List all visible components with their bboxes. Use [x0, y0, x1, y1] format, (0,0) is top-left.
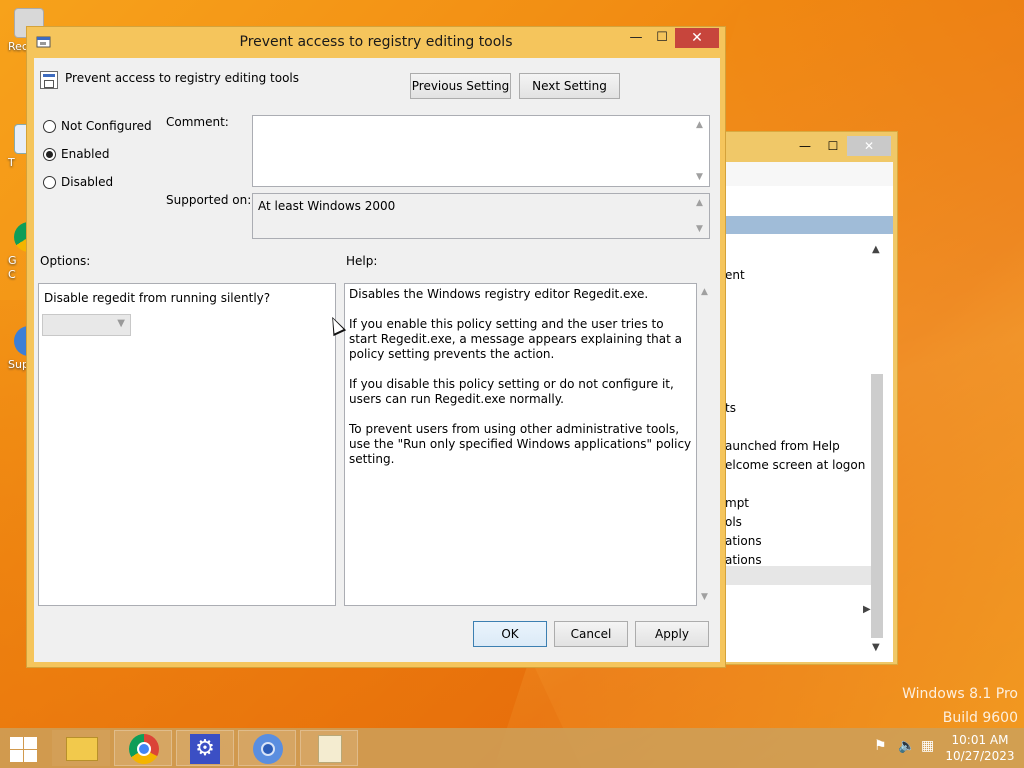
comment-scrollbar[interactable]: ▲ ▼ [692, 116, 709, 186]
os-watermark-line2: Build 9600 [942, 710, 1018, 726]
comment-label: Comment: [166, 115, 229, 129]
radio-circle[interactable] [43, 119, 56, 133]
clock-date: 10/27/2023 [945, 749, 1015, 763]
folder-icon [66, 737, 98, 761]
menu-bar [723, 162, 893, 186]
tree-item[interactable]: ts [725, 401, 736, 415]
tree-pane[interactable]: ent ts aunched from Help elcome screen a… [723, 186, 893, 662]
apply-button[interactable]: Apply [635, 621, 709, 647]
clock-time: 10:01 AM [951, 733, 1009, 747]
policy-dialog[interactable]: Prevent access to registry editing tools… [26, 26, 726, 668]
silent-option-dropdown[interactable]: ▼ [42, 314, 131, 336]
tree-item[interactable]: ations [725, 534, 762, 548]
supported-on-value: At least Windows 2000 [258, 199, 396, 213]
chrome-center-icon [137, 742, 151, 756]
system-clock[interactable]: 10:01 AM 10/27/2023 [944, 732, 1016, 764]
scroll-right-icon[interactable]: ▶ [863, 604, 871, 615]
supported-on-field: At least Windows 2000 ▲ ▼ [252, 193, 710, 239]
radio-not-configured[interactable]: Not Configured [43, 119, 152, 133]
next-setting-button[interactable]: Next Setting [519, 73, 620, 99]
options-panel: Disable regedit from running silently? ▼ [38, 283, 336, 606]
tree-item[interactable]: ent [725, 268, 745, 282]
scroll-thumb[interactable] [871, 374, 883, 638]
maximize-button[interactable]: ☐ [649, 28, 675, 48]
minimize-button[interactable]: — [791, 136, 819, 156]
volume-muted-icon[interactable]: 🔈 [898, 738, 915, 754]
supported-scrollbar[interactable]: ▲ ▼ [692, 194, 709, 238]
os-watermark-line1: Windows 8.1 Pro [902, 686, 1018, 702]
chevron-down-icon: ▼ [117, 318, 125, 329]
title-bar[interactable]: Prevent access to registry editing tools… [27, 27, 725, 57]
taskbar-notepad[interactable] [300, 730, 358, 766]
close-button[interactable]: ✕ [847, 136, 891, 156]
help-text: Disables the Windows registry editor Reg… [349, 287, 694, 482]
help-scrollbar[interactable]: ▲ ▼ [697, 283, 714, 606]
windows-logo-icon [10, 750, 23, 762]
policy-name: Prevent access to registry editing tools [65, 71, 299, 85]
scroll-down-icon[interactable]: ▼ [701, 592, 708, 602]
options-label: Options: [40, 254, 91, 268]
taskbar-chromium[interactable] [238, 730, 296, 766]
taskbar-settings[interactable]: ⚙ [176, 730, 234, 766]
windows-logo-icon [10, 737, 23, 749]
radio-label: Enabled [61, 147, 110, 161]
help-label: Help: [346, 254, 378, 268]
help-paragraph: If you enable this policy setting and th… [349, 317, 682, 361]
scroll-down-icon[interactable]: ▼ [696, 172, 703, 182]
ok-button[interactable]: OK [473, 621, 547, 647]
help-paragraph: Disables the Windows registry editor Reg… [349, 287, 649, 301]
scroll-up-icon[interactable]: ▲ [696, 120, 703, 130]
scroll-down-icon[interactable]: ▼ [696, 224, 703, 234]
column-header [723, 216, 893, 234]
comment-textarea[interactable]: ▲ ▼ [252, 115, 710, 187]
tree-item[interactable]: ols [725, 515, 742, 529]
network-icon[interactable]: ▦ [921, 738, 934, 754]
taskbar: ⚙ ⚑ 🔈 ▦ 10:01 AM 10/27/2023 [0, 728, 1024, 768]
help-paragraph: If you disable this policy setting or do… [349, 377, 674, 406]
start-button[interactable] [8, 736, 38, 762]
dialog-client: Prevent access to registry editing tools… [34, 58, 720, 662]
windows-logo-icon [24, 750, 37, 762]
scroll-down-icon[interactable]: ▼ [872, 642, 880, 653]
radio-circle-selected[interactable] [43, 147, 56, 161]
radio-label: Not Configured [61, 119, 152, 133]
taskbar-chrome[interactable] [114, 730, 172, 766]
close-button[interactable]: ✕ [675, 28, 719, 48]
help-panel: Disables the Windows registry editor Reg… [344, 283, 697, 606]
radio-enabled[interactable]: Enabled [43, 147, 110, 161]
policy-setting-icon [40, 71, 58, 89]
cancel-button[interactable]: Cancel [554, 621, 628, 647]
radio-disabled[interactable]: Disabled [43, 175, 113, 189]
selected-row [723, 566, 877, 585]
option-question: Disable regedit from running silently? [44, 291, 271, 305]
vertical-scrollbar[interactable]: ▲ ▼ [869, 244, 885, 656]
background-window[interactable]: — ☐ ✕ ent ts aunched from Help elcome sc… [718, 131, 898, 665]
scroll-up-icon[interactable]: ▲ [696, 198, 703, 208]
tree-item[interactable]: mpt [725, 496, 749, 510]
maximize-button[interactable]: ☐ [819, 136, 847, 156]
chromium-center-icon [261, 742, 275, 756]
help-paragraph: To prevent users from using other admini… [349, 422, 692, 466]
flag-icon[interactable]: ⚑ [874, 738, 887, 754]
scroll-up-icon[interactable]: ▲ [872, 244, 880, 255]
minimize-button[interactable]: — [623, 28, 649, 48]
gear-icon: ⚙ [190, 734, 220, 764]
supported-on-label: Supported on: [166, 193, 252, 207]
windows-logo-icon [24, 737, 37, 749]
window-controls: — ☐ ✕ [791, 136, 891, 156]
tree-item[interactable]: aunched from Help [725, 439, 840, 453]
taskbar-file-explorer[interactable] [52, 730, 110, 766]
window-title: Prevent access to registry editing tools [239, 34, 513, 50]
tree-item[interactable]: ations [725, 553, 762, 567]
scroll-up-icon[interactable]: ▲ [701, 287, 708, 297]
tree-item[interactable]: elcome screen at logon [725, 458, 865, 472]
scroll-document-icon [318, 735, 342, 763]
previous-setting-button[interactable]: Previous Setting [410, 73, 511, 99]
radio-label: Disabled [61, 175, 114, 189]
radio-circle[interactable] [43, 175, 56, 189]
